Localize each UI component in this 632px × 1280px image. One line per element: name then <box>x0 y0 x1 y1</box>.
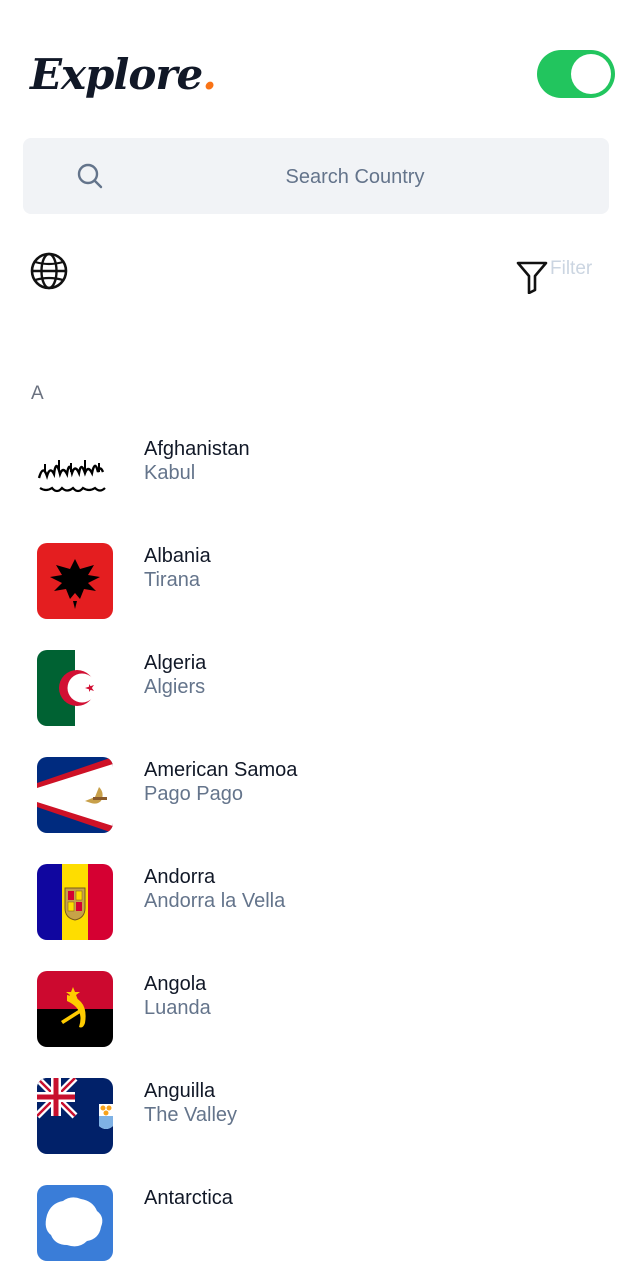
header: Explore. <box>0 0 632 120</box>
country-name: Algeria <box>144 652 207 674</box>
flag-american-samoa <box>37 757 113 833</box>
country-row-anguilla[interactable]: Anguilla The Valley <box>0 1072 632 1172</box>
country-capital: Tirana <box>144 569 200 591</box>
flag-algeria <box>37 650 113 726</box>
country-row-andorra[interactable]: Andorra Andorra la Vella <box>0 858 632 958</box>
country-name: American Samoa <box>144 759 298 781</box>
country-capital: Luanda <box>144 997 211 1019</box>
country-row-antarctica[interactable]: Antarctica <box>0 1179 632 1279</box>
app-logo: Explore. <box>30 50 217 99</box>
filter-label: Filter <box>550 258 593 279</box>
section-header-a: A <box>31 383 44 404</box>
flag-anguilla <box>37 1078 113 1154</box>
app-title: Explore <box>30 50 203 99</box>
country-row-albania[interactable]: Albania Tirana <box>0 537 632 637</box>
country-name: Afghanistan <box>144 438 250 460</box>
country-name: Antarctica <box>144 1187 233 1209</box>
country-capital: The Valley <box>144 1104 238 1126</box>
flag-antarctica <box>37 1185 113 1261</box>
search-icon <box>77 163 103 189</box>
country-row-afghanistan[interactable]: Afghanistan Kabul <box>0 430 632 530</box>
flag-afghanistan <box>37 436 113 512</box>
country-row-american-samoa[interactable]: American Samoa Pago Pago <box>0 751 632 851</box>
search-input[interactable] <box>143 138 567 216</box>
theme-toggle[interactable] <box>537 50 615 98</box>
country-capital: Pago Pago <box>144 783 243 805</box>
country-row-algeria[interactable]: Algeria Algiers <box>0 644 632 744</box>
country-capital: Algiers <box>144 676 206 698</box>
country-row-angola[interactable]: Angola Luanda <box>0 965 632 1065</box>
country-name: Angola <box>144 973 207 995</box>
flag-angola <box>37 971 113 1047</box>
flag-andorra <box>37 864 113 940</box>
country-name: Albania <box>144 545 211 567</box>
country-capital: Andorra la Vella <box>144 890 286 912</box>
toggle-knob <box>571 54 611 94</box>
filter-icon <box>516 261 548 294</box>
search-bar[interactable] <box>23 138 609 216</box>
globe-icon[interactable] <box>30 252 68 290</box>
country-capital: Kabul <box>144 462 196 484</box>
logo-dot: . <box>202 50 217 99</box>
flag-albania <box>37 543 113 619</box>
country-name: Anguilla <box>144 1080 216 1102</box>
country-name: Andorra <box>144 866 216 888</box>
